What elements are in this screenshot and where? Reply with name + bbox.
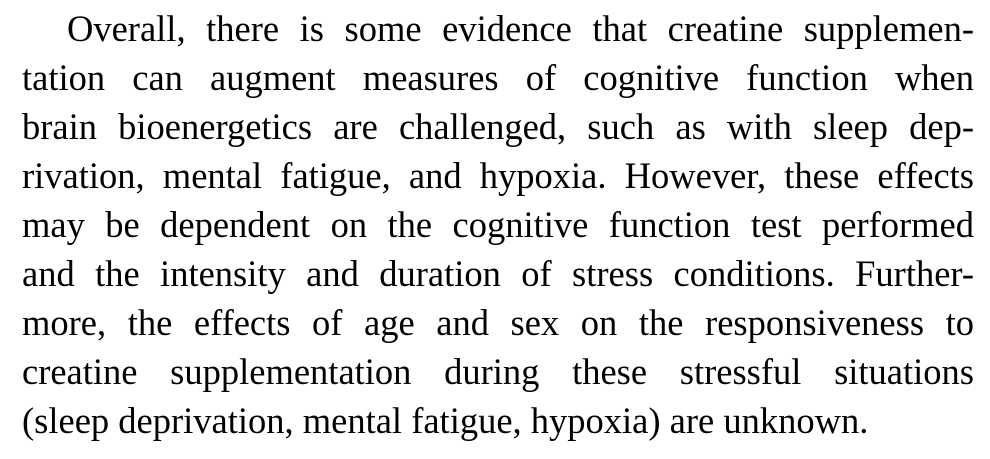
paragraph-line: and the intensity and duration of stress… [22,253,974,294]
paragraph-line: Overall, there is some evidence that cre… [67,8,974,49]
paragraph-line: brain bioenergetics are challenged, such… [22,106,974,147]
paragraph-line: creatine supplementation during these st… [22,351,974,392]
paragraph-line: more, the effects of age and sex on the … [22,302,974,343]
paragraph-line: tation can augment measures of cognitive… [22,57,974,98]
paragraph-line: (sleep deprivation, mental fatigue, hypo… [22,400,869,441]
paragraph-line: rivation, mental fatigue, and hypoxia. H… [22,155,974,196]
paragraph-line: may be dependent on the cognitive functi… [22,204,974,245]
body-paragraph: Overall, there is some evidence that cre… [22,4,974,445]
